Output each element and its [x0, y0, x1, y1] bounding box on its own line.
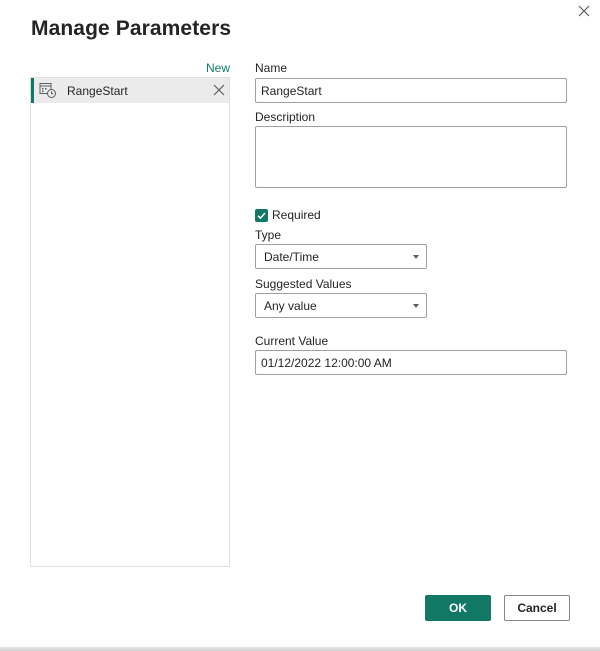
cancel-button[interactable]: Cancel	[504, 595, 570, 621]
description-textarea[interactable]	[255, 126, 567, 188]
type-select[interactable]: Date/Time	[255, 244, 427, 269]
manage-parameters-dialog: Manage Parameters New RangeStart Name Ra…	[0, 0, 600, 651]
type-select-value: Date/Time	[264, 250, 319, 264]
suggested-values-select-value: Any value	[264, 299, 317, 313]
name-input[interactable]	[255, 78, 567, 103]
parameter-list-item[interactable]: RangeStart	[31, 78, 229, 103]
ok-button[interactable]: OK	[425, 595, 491, 621]
checkmark-icon	[257, 212, 266, 220]
new-parameter-link[interactable]: New	[180, 61, 230, 75]
suggested-values-select[interactable]: Any value	[255, 293, 427, 318]
dialog-bottom-edge	[0, 647, 600, 651]
dialog-title: Manage Parameters	[31, 17, 232, 40]
chevron-down-icon	[413, 255, 419, 259]
required-label[interactable]: Required	[272, 208, 321, 222]
close-icon	[578, 5, 590, 17]
current-value-input[interactable]	[255, 350, 567, 375]
description-label: Description	[255, 110, 316, 124]
required-checkbox[interactable]	[255, 209, 268, 222]
parameter-list: RangeStart	[30, 77, 230, 567]
parameter-date-icon	[39, 83, 56, 98]
chevron-down-icon	[413, 304, 419, 308]
type-label: Type	[255, 228, 282, 242]
remove-parameter-icon[interactable]	[213, 84, 225, 96]
current-value-label: Current Value	[255, 334, 329, 348]
parameter-list-item-label: RangeStart	[67, 84, 128, 98]
close-button[interactable]	[574, 2, 594, 22]
name-label: Name	[255, 61, 288, 75]
suggested-values-label: Suggested Values	[255, 277, 352, 291]
